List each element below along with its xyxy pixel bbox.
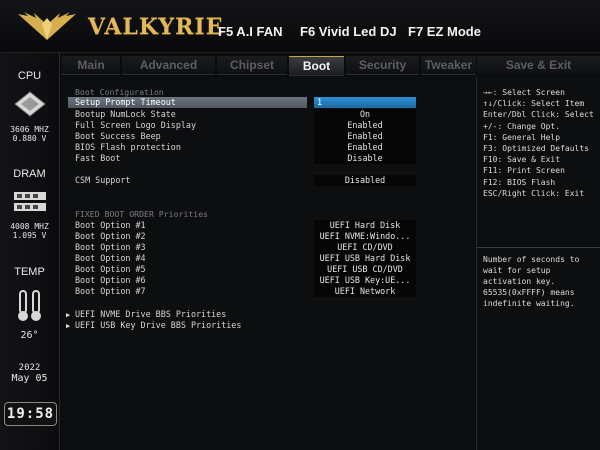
setting-row[interactable]: Full Screen Logo Display Enabled <box>75 120 475 131</box>
setting-value[interactable]: 1 <box>314 97 416 108</box>
key-help-item: +/-: Change Opt. <box>483 121 561 131</box>
submenu-arrow-icon: ▶ <box>66 311 71 319</box>
boot-settings-panel: Boot Configuration Setup Prompt Timeout … <box>62 77 477 450</box>
boot-option-label: Boot Option #2 <box>75 231 146 241</box>
brand-title: VALKYRIE <box>88 14 224 40</box>
key-help-item: F3: Optimized Defaults <box>483 144 589 154</box>
setting-label: BIOS Flash protection <box>75 142 181 152</box>
cpu-chip-icon <box>14 91 46 117</box>
setting-row[interactable]: Fast Boot Disable <box>75 153 475 164</box>
tab-main[interactable]: Main <box>62 56 120 75</box>
setting-label: Full Screen Logo Display <box>75 120 197 130</box>
boot-option-row[interactable]: Boot Option #2 UEFI NVME:Windo... <box>75 231 475 242</box>
boot-option-value[interactable]: UEFI USB Hard Disk <box>314 253 416 264</box>
submenu-label: UEFI NVME Drive BBS Priorities <box>75 309 227 319</box>
boot-option-value[interactable]: UEFI NVME:Windo... <box>314 231 416 242</box>
tab-chipset[interactable]: Chipset <box>217 56 287 75</box>
dram-voltage: 1.095 V <box>12 231 47 240</box>
key-help-item: F12: BIOS Flash <box>483 177 556 187</box>
setting-value[interactable]: Disable <box>314 153 416 164</box>
boot-option-row[interactable]: Boot Option #1 UEFI Hard Disk <box>75 220 475 231</box>
boot-option-label: Boot Option #1 <box>75 220 146 230</box>
boot-option-value[interactable]: UEFI Network <box>314 286 416 297</box>
setting-label: Boot Success Beep <box>75 131 161 141</box>
hardware-status-panel: CPU 3606 MHZ 0.880 V DRAM 4008 MHZ 1.095… <box>0 53 60 450</box>
setting-row[interactable]: BIOS Flash protection Enabled <box>75 142 475 153</box>
ai-fan-button[interactable]: F5 A.I FAN <box>218 24 283 39</box>
vivid-led-dj-button[interactable]: F6 Vivid Led DJ <box>300 24 397 39</box>
boot-option-label: Boot Option #3 <box>75 242 146 252</box>
submenu-arrow-icon: ▶ <box>66 322 71 330</box>
tab-tweaker[interactable]: Tweaker <box>421 56 476 75</box>
date-month-day: May 05 <box>11 373 48 384</box>
boot-option-value[interactable]: UEFI USB Key:UE... <box>314 275 416 286</box>
ez-mode-button[interactable]: F7 EZ Mode <box>408 24 481 39</box>
boot-option-value[interactable]: UEFI CD/DVD <box>314 242 416 253</box>
item-description: Number of seconds to wait for setup acti… <box>483 255 580 308</box>
thermometer-icon <box>18 290 41 321</box>
key-help-list: →←: Select Screen ↑↓/Click: Select Item … <box>483 87 598 199</box>
cpu-voltage: 0.880 V <box>12 134 47 143</box>
key-help-item: Enter/Dbl Click: Select <box>483 110 594 120</box>
setting-row[interactable]: Boot Success Beep Enabled <box>75 131 475 142</box>
key-help-item: F10: Save & Exit <box>483 155 561 165</box>
tab-save-exit[interactable]: Save & Exit <box>477 56 600 74</box>
boot-option-label: Boot Option #7 <box>75 286 146 296</box>
setting-value[interactable]: On <box>314 109 416 120</box>
temp-label: TEMP <box>14 266 45 278</box>
help-divider <box>477 247 600 248</box>
tab-advanced[interactable]: Advanced <box>122 56 215 75</box>
boot-option-value[interactable]: UEFI USB CD/DVD <box>314 264 416 275</box>
key-help-item: ↑↓/Click: Select Item <box>483 99 585 109</box>
cpu-label: CPU <box>17 70 42 82</box>
valkyrie-wings-logo <box>18 12 76 40</box>
setting-row[interactable]: CSM Support Disabled <box>75 175 475 186</box>
help-panel: →←: Select Screen ↑↓/Click: Select Item … <box>477 77 600 450</box>
setting-label: CSM Support <box>75 175 131 185</box>
usb-key-bbs-priorities-link[interactable]: ▶ UEFI USB Key Drive BBS Priorities <box>66 320 241 330</box>
system-clock: 19:58 <box>4 402 57 426</box>
dram-label: DRAM <box>13 168 46 180</box>
boot-configuration-heading: Boot Configuration <box>75 87 164 97</box>
boot-option-label: Boot Option #5 <box>75 264 146 274</box>
setting-row[interactable]: Bootup NumLock State On <box>75 109 475 120</box>
top-header: VALKYRIE F5 A.I FAN F6 Vivid Led DJ F7 E… <box>0 0 600 53</box>
boot-option-row[interactable]: Boot Option #7 UEFI Network <box>75 286 475 297</box>
key-help-item: F1: General Help <box>483 132 561 142</box>
setting-value[interactable]: Disabled <box>314 175 416 186</box>
setting-value[interactable]: Enabled <box>314 120 416 131</box>
boot-option-value[interactable]: UEFI Hard Disk <box>314 220 416 231</box>
date-year: 2022 <box>18 363 41 373</box>
setting-value[interactable]: Enabled <box>314 142 416 153</box>
tab-security[interactable]: Security <box>346 56 419 75</box>
key-help-item: F11: Print Screen <box>483 166 565 176</box>
nvme-bbs-priorities-link[interactable]: ▶ UEFI NVME Drive BBS Priorities <box>66 309 226 319</box>
setting-label: Fast Boot <box>75 153 121 163</box>
key-help-item: ESC/Right Click: Exit <box>483 188 585 198</box>
boot-option-row[interactable]: Boot Option #4 UEFI USB Hard Disk <box>75 253 475 264</box>
setting-value[interactable]: Enabled <box>314 131 416 142</box>
tab-boot[interactable]: Boot <box>289 56 344 76</box>
fixed-boot-order-heading: FIXED BOOT ORDER Priorities <box>75 209 209 219</box>
boot-option-row[interactable]: Boot Option #5 UEFI USB CD/DVD <box>75 264 475 275</box>
setting-row[interactable]: Setup Prompt Timeout 1 <box>68 97 475 108</box>
submenu-label: UEFI USB Key Drive BBS Priorities <box>75 320 242 330</box>
boot-option-row[interactable]: Boot Option #3 UEFI CD/DVD <box>75 242 475 253</box>
setting-label: Setup Prompt Timeout <box>68 97 307 108</box>
key-help-item: →←: Select Screen <box>483 88 565 97</box>
boot-option-label: Boot Option #6 <box>75 275 146 285</box>
setting-label: Bootup NumLock State <box>75 109 176 119</box>
boot-option-label: Boot Option #4 <box>75 253 146 263</box>
dram-module-icon <box>14 192 46 211</box>
boot-option-row[interactable]: Boot Option #6 UEFI USB Key:UE... <box>75 275 475 286</box>
temperature-value: 26° <box>20 330 39 341</box>
